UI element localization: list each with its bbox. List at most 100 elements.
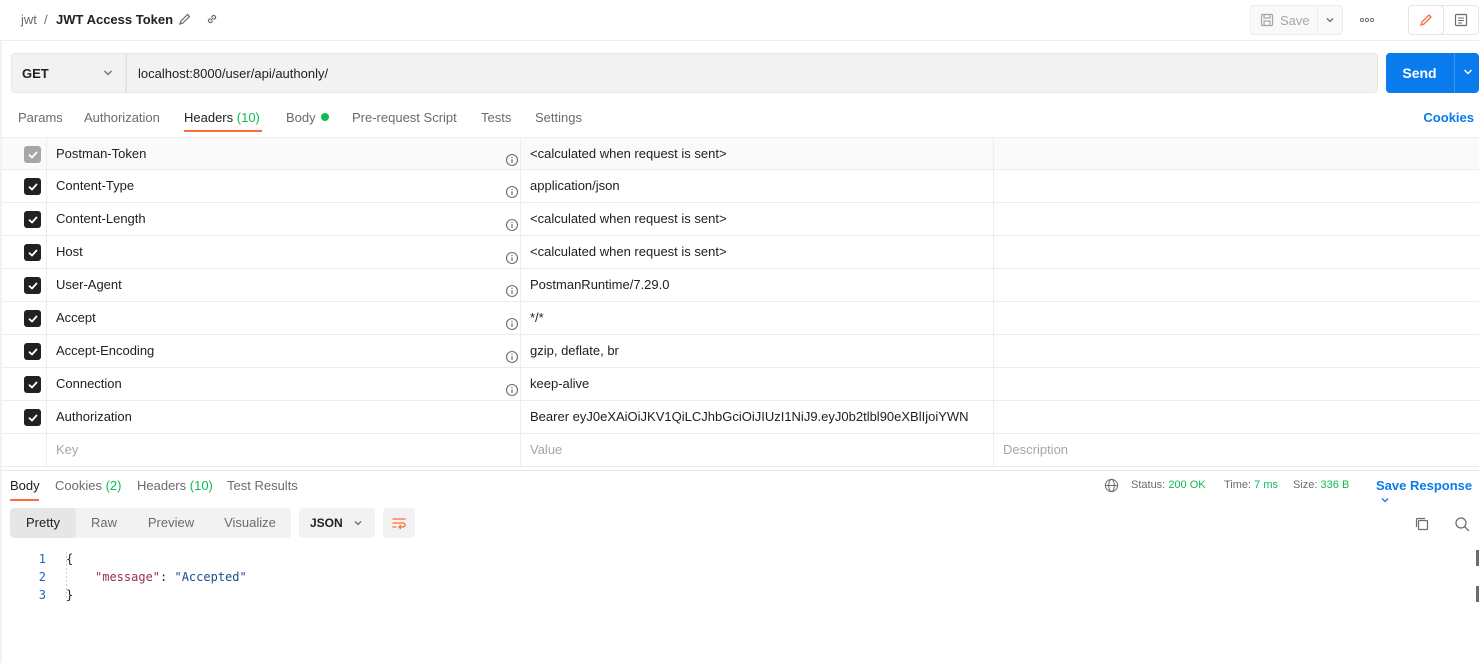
request-name[interactable]: JWT Access Token — [56, 12, 173, 27]
header-description-cell[interactable] — [994, 335, 1479, 367]
tab-tests[interactable]: Tests — [481, 110, 511, 125]
header-value: Bearer eyJ0eXAiOiJKV1QiLCJhbGciOiJIUzI1N… — [530, 409, 969, 424]
chevron-down-icon — [1326, 18, 1334, 23]
new-header-value-input[interactable]: Value — [521, 434, 994, 466]
body-indicator-dot — [320, 113, 329, 121]
header-key-cell[interactable]: Connection — [47, 368, 521, 400]
header-description-cell[interactable] — [994, 269, 1479, 301]
info-icon[interactable] — [505, 179, 519, 199]
tab-body[interactable]: Body — [286, 110, 329, 125]
response-time[interactable]: Time: 7 ms — [1224, 479, 1278, 491]
header-key-cell[interactable]: Content-Length — [47, 203, 521, 235]
header-enable-checkbox[interactable] — [24, 277, 41, 294]
response-tab-cookies[interactable]: Cookies (2) — [55, 478, 121, 493]
header-value-cell[interactable]: gzip, deflate, br — [521, 335, 994, 367]
header-value-cell[interactable]: keep-alive — [521, 368, 994, 400]
wrap-lines-button[interactable] — [383, 508, 415, 538]
breadcrumb-separator: / — [44, 12, 48, 27]
header-description-cell[interactable] — [994, 368, 1479, 400]
header-key: User-Agent — [56, 277, 122, 292]
tab-pre-request-script[interactable]: Pre-request Script — [352, 110, 457, 125]
header-key: Authorization — [56, 409, 132, 424]
chevron-down-icon[interactable] — [1462, 66, 1474, 78]
globe-icon[interactable] — [1104, 478, 1119, 493]
header-enable-checkbox[interactable] — [24, 343, 41, 360]
save-response-button[interactable]: Save Response — [1376, 478, 1479, 508]
view-mode-preview[interactable]: Preview — [136, 508, 206, 538]
save-options-dropdown[interactable] — [1318, 5, 1343, 35]
info-icon[interactable] — [505, 311, 519, 331]
cookies-link[interactable]: Cookies — [1423, 110, 1474, 125]
new-header-key-input[interactable]: Key — [47, 434, 521, 466]
header-key-cell[interactable]: User-Agent — [47, 269, 521, 301]
header-value-cell[interactable]: */* — [521, 302, 994, 334]
header-value: <calculated when request is sent> — [530, 244, 727, 259]
header-key: Content-Length — [56, 211, 146, 226]
header-value-cell[interactable]: Bearer eyJ0eXAiOiJKV1QiLCJhbGciOiJIUzI1N… — [521, 401, 994, 433]
header-description-cell[interactable] — [994, 203, 1479, 235]
tab-authorization[interactable]: Authorization — [84, 110, 160, 125]
header-enable-checkbox[interactable] — [24, 310, 41, 327]
header-value-cell[interactable]: application/json — [521, 170, 994, 202]
header-value-cell[interactable]: PostmanRuntime/7.29.0 — [521, 269, 994, 301]
view-mode-pretty[interactable]: Pretty — [10, 508, 76, 538]
header-key-cell[interactable]: Accept-Encoding — [47, 335, 521, 367]
header-key: Connection — [56, 376, 122, 391]
edit-pencil-icon[interactable] — [178, 12, 194, 28]
response-format-select[interactable]: JSON — [299, 508, 375, 538]
header-value-cell[interactable]: <calculated when request is sent> — [521, 203, 994, 235]
header-key-cell[interactable]: Authorization — [47, 401, 521, 433]
header-description-cell[interactable] — [994, 302, 1479, 334]
http-method-select[interactable]: GET — [11, 53, 126, 93]
header-enable-checkbox[interactable] — [24, 211, 41, 228]
header-key-cell[interactable]: Content-Type — [47, 170, 521, 202]
header-enable-checkbox[interactable] — [24, 244, 41, 261]
header-enable-cell — [2, 335, 47, 367]
info-icon[interactable] — [505, 344, 519, 364]
link-icon[interactable] — [205, 12, 221, 28]
info-icon[interactable] — [505, 212, 519, 232]
response-tab-test-results[interactable]: Test Results — [227, 478, 298, 493]
save-button[interactable]: Save — [1250, 5, 1318, 35]
view-mode-visualize[interactable]: Visualize — [215, 508, 285, 538]
code-property: "message": "Accepted" — [95, 568, 247, 586]
header-key-cell[interactable]: Postman-Token — [47, 138, 521, 170]
info-icon[interactable] — [505, 245, 519, 265]
breadcrumb-collection[interactable]: jwt — [21, 12, 37, 27]
header-description-cell[interactable] — [994, 401, 1479, 433]
info-icon[interactable] — [505, 147, 519, 167]
header-key-cell[interactable]: Accept — [47, 302, 521, 334]
request-url-input[interactable] — [126, 53, 1378, 93]
header-value-cell[interactable]: <calculated when request is sent> — [521, 138, 994, 170]
search-icon[interactable] — [1454, 516, 1470, 532]
copy-icon[interactable] — [1414, 516, 1430, 532]
send-button[interactable]: Send — [1386, 53, 1479, 93]
header-description-cell[interactable] — [994, 170, 1479, 202]
tab-params[interactable]: Params — [18, 110, 63, 125]
response-body-editor[interactable]: 1 { 2 "message": "Accepted" 3 } — [0, 550, 1479, 604]
header-key-cell[interactable]: Host — [47, 236, 521, 268]
header-enable-checkbox[interactable] — [24, 178, 41, 195]
more-actions-button[interactable] — [1355, 9, 1379, 31]
code-close-brace: } — [66, 588, 74, 602]
view-mode-raw[interactable]: Raw — [80, 508, 128, 538]
info-icon[interactable] — [505, 377, 519, 397]
response-status[interactable]: Status: 200 OK — [1131, 479, 1206, 491]
header-enable-cell — [2, 138, 47, 170]
documentation-mode-button[interactable] — [1444, 6, 1478, 34]
info-icon[interactable] — [505, 278, 519, 298]
tab-settings[interactable]: Settings — [535, 110, 582, 125]
header-description-cell[interactable] — [994, 236, 1479, 268]
size-label: Size: — [1293, 479, 1318, 491]
header-description-cell[interactable] — [994, 138, 1479, 170]
header-value-cell[interactable]: <calculated when request is sent> — [521, 236, 994, 268]
response-tab-headers[interactable]: Headers (10) — [137, 478, 213, 493]
response-tab-cookies-label: Cookies — [55, 478, 102, 493]
header-enable-checkbox[interactable] — [24, 376, 41, 393]
tab-headers[interactable]: Headers (10) — [184, 110, 260, 125]
header-enable-checkbox[interactable] — [24, 409, 41, 426]
response-size[interactable]: Size: 336 B — [1293, 479, 1349, 491]
edit-mode-button[interactable] — [1408, 5, 1444, 35]
new-header-description-input[interactable]: Description — [994, 434, 1479, 466]
response-tab-body[interactable]: Body — [10, 478, 40, 493]
